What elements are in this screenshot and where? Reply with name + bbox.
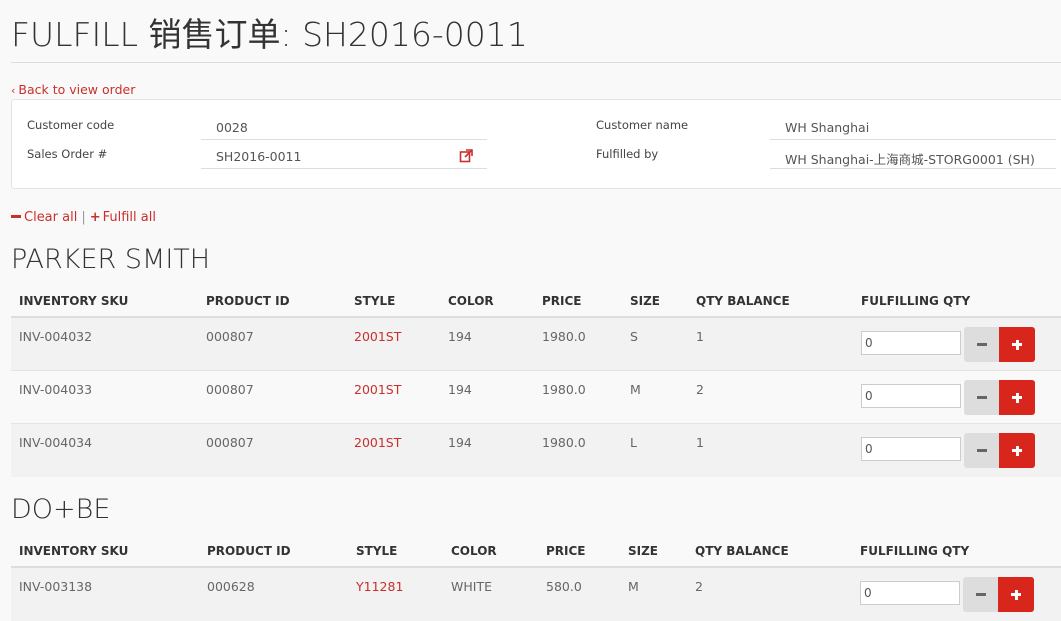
minus-icon <box>977 449 987 452</box>
qty-balance-cell: 2 <box>695 579 703 594</box>
external-link-icon[interactable] <box>459 149 473 163</box>
style-link[interactable]: 2001ST <box>354 435 401 450</box>
bulk-actions: Clear all | + Fulfill all <box>11 210 156 225</box>
minus-icon <box>977 396 987 399</box>
minus-icon <box>977 343 987 346</box>
section-title: PARKER SMITH <box>11 244 211 275</box>
clear-all-link[interactable]: Clear all <box>11 210 77 225</box>
table-row: INV-004034 000807 2001ST 194 1980.0 L 1 … <box>11 424 1061 477</box>
customer-name-label: Customer name <box>596 118 689 132</box>
chevron-left-icon: ‹ <box>11 84 16 97</box>
fulfilling-qty-input[interactable]: 0 <box>861 331 961 355</box>
column-header: COLOR <box>451 544 497 558</box>
sku-cell: INV-004034 <box>19 435 93 450</box>
price-cell: 1980.0 <box>542 382 586 397</box>
table-row: INV-004033 000807 2001ST 194 1980.0 M 2 … <box>11 371 1061 424</box>
style-link[interactable]: 2001ST <box>354 382 401 397</box>
sales-order-label: Sales Order # <box>27 147 108 161</box>
fulfilled-by-label: Fulfilled by <box>596 147 659 161</box>
decrement-button[interactable] <box>964 327 1000 362</box>
size-cell: M <box>628 579 639 594</box>
plus-icon: + <box>89 210 101 225</box>
column-header: PRODUCT ID <box>207 544 291 558</box>
increment-button[interactable] <box>998 577 1034 612</box>
qty-balance-cell: 1 <box>696 329 704 344</box>
fulfill-all-link[interactable]: + Fulfill all <box>90 210 156 225</box>
fulfilling-qty-input[interactable]: 0 <box>861 437 961 461</box>
column-header: INVENTORY SKU <box>19 544 129 558</box>
column-header: STYLE <box>356 544 398 558</box>
page-title: FULFILL 销售订单: SH2016-0011 <box>11 15 528 54</box>
style-link[interactable]: 2001ST <box>354 329 401 344</box>
increment-button[interactable] <box>999 433 1035 468</box>
minus-icon <box>11 215 21 218</box>
column-header: PRODUCT ID <box>206 294 290 308</box>
customer-name-field: WH Shanghai <box>770 116 1056 140</box>
decrement-button[interactable] <box>964 433 1000 468</box>
table-row: INV-004032 000807 2001ST 194 1980.0 S 1 … <box>11 318 1061 371</box>
clear-all-label: Clear all <box>24 210 78 225</box>
product-id-cell: 000807 <box>206 382 254 397</box>
table-row: INV-003138 000628 Y11281 WHITE 580.0 M 2… <box>11 568 1061 621</box>
size-cell: S <box>630 329 638 344</box>
size-cell: M <box>630 382 641 397</box>
column-header: FULFILLING QTY <box>861 294 971 308</box>
size-cell: L <box>630 435 637 450</box>
price-cell: 1980.0 <box>542 329 586 344</box>
section-title: DO+BE <box>11 494 111 525</box>
table-header: INVENTORY SKU PRODUCT ID STYLE COLOR PRI… <box>11 282 1061 318</box>
table-header: INVENTORY SKU PRODUCT ID STYLE COLOR PRI… <box>11 532 1061 568</box>
product-id-cell: 000807 <box>206 329 254 344</box>
order-info-panel: Customer code 0028 Sales Order # SH2016-… <box>11 99 1061 189</box>
sales-order-value: SH2016-0011 <box>216 149 302 164</box>
back-to-order-link[interactable]: ‹ Back to view order <box>11 82 135 97</box>
decrement-button[interactable] <box>963 577 999 612</box>
sku-cell: INV-004033 <box>19 382 93 397</box>
increment-button[interactable] <box>999 380 1035 415</box>
qty-balance-cell: 2 <box>696 382 704 397</box>
fulfill-all-label: Fulfill all <box>102 210 156 225</box>
column-header: QTY BALANCE <box>696 294 790 308</box>
fulfill-table: INVENTORY SKU PRODUCT ID STYLE COLOR PRI… <box>11 282 1061 477</box>
color-cell: 194 <box>448 382 472 397</box>
fulfilled-by-field: WH Shanghai-上海商城-STORG0001 (SH) <box>770 145 1056 169</box>
column-header: PRICE <box>542 294 582 308</box>
column-header: STYLE <box>354 294 396 308</box>
fulfill-table: INVENTORY SKU PRODUCT ID STYLE COLOR PRI… <box>11 532 1061 621</box>
price-cell: 1980.0 <box>542 435 586 450</box>
back-link-label: Back to view order <box>18 82 136 97</box>
fulfilling-qty-input[interactable]: 0 <box>860 581 960 605</box>
column-header: QTY BALANCE <box>695 544 789 558</box>
column-header: INVENTORY SKU <box>19 294 129 308</box>
sku-cell: INV-004032 <box>19 329 93 344</box>
qty-balance-cell: 1 <box>696 435 704 450</box>
color-cell: WHITE <box>451 579 492 594</box>
column-header: FULFILLING QTY <box>860 544 970 558</box>
title-divider <box>11 62 1061 63</box>
actions-separator: | <box>81 210 86 225</box>
customer-code-field: 0028 <box>201 116 487 140</box>
price-cell: 580.0 <box>546 579 582 594</box>
sku-cell: INV-003138 <box>19 579 93 594</box>
product-id-cell: 000628 <box>207 579 255 594</box>
column-header: SIZE <box>630 294 661 308</box>
style-link[interactable]: Y11281 <box>356 579 403 594</box>
column-header: SIZE <box>628 544 659 558</box>
color-cell: 194 <box>448 435 472 450</box>
color-cell: 194 <box>448 329 472 344</box>
sales-order-field: SH2016-0011 <box>201 145 487 169</box>
column-header: COLOR <box>448 294 494 308</box>
minus-icon <box>976 593 986 596</box>
product-id-cell: 000807 <box>206 435 254 450</box>
customer-code-label: Customer code <box>27 118 115 132</box>
increment-button[interactable] <box>999 327 1035 362</box>
decrement-button[interactable] <box>964 380 1000 415</box>
fulfilling-qty-input[interactable]: 0 <box>861 384 961 408</box>
column-header: PRICE <box>546 544 586 558</box>
